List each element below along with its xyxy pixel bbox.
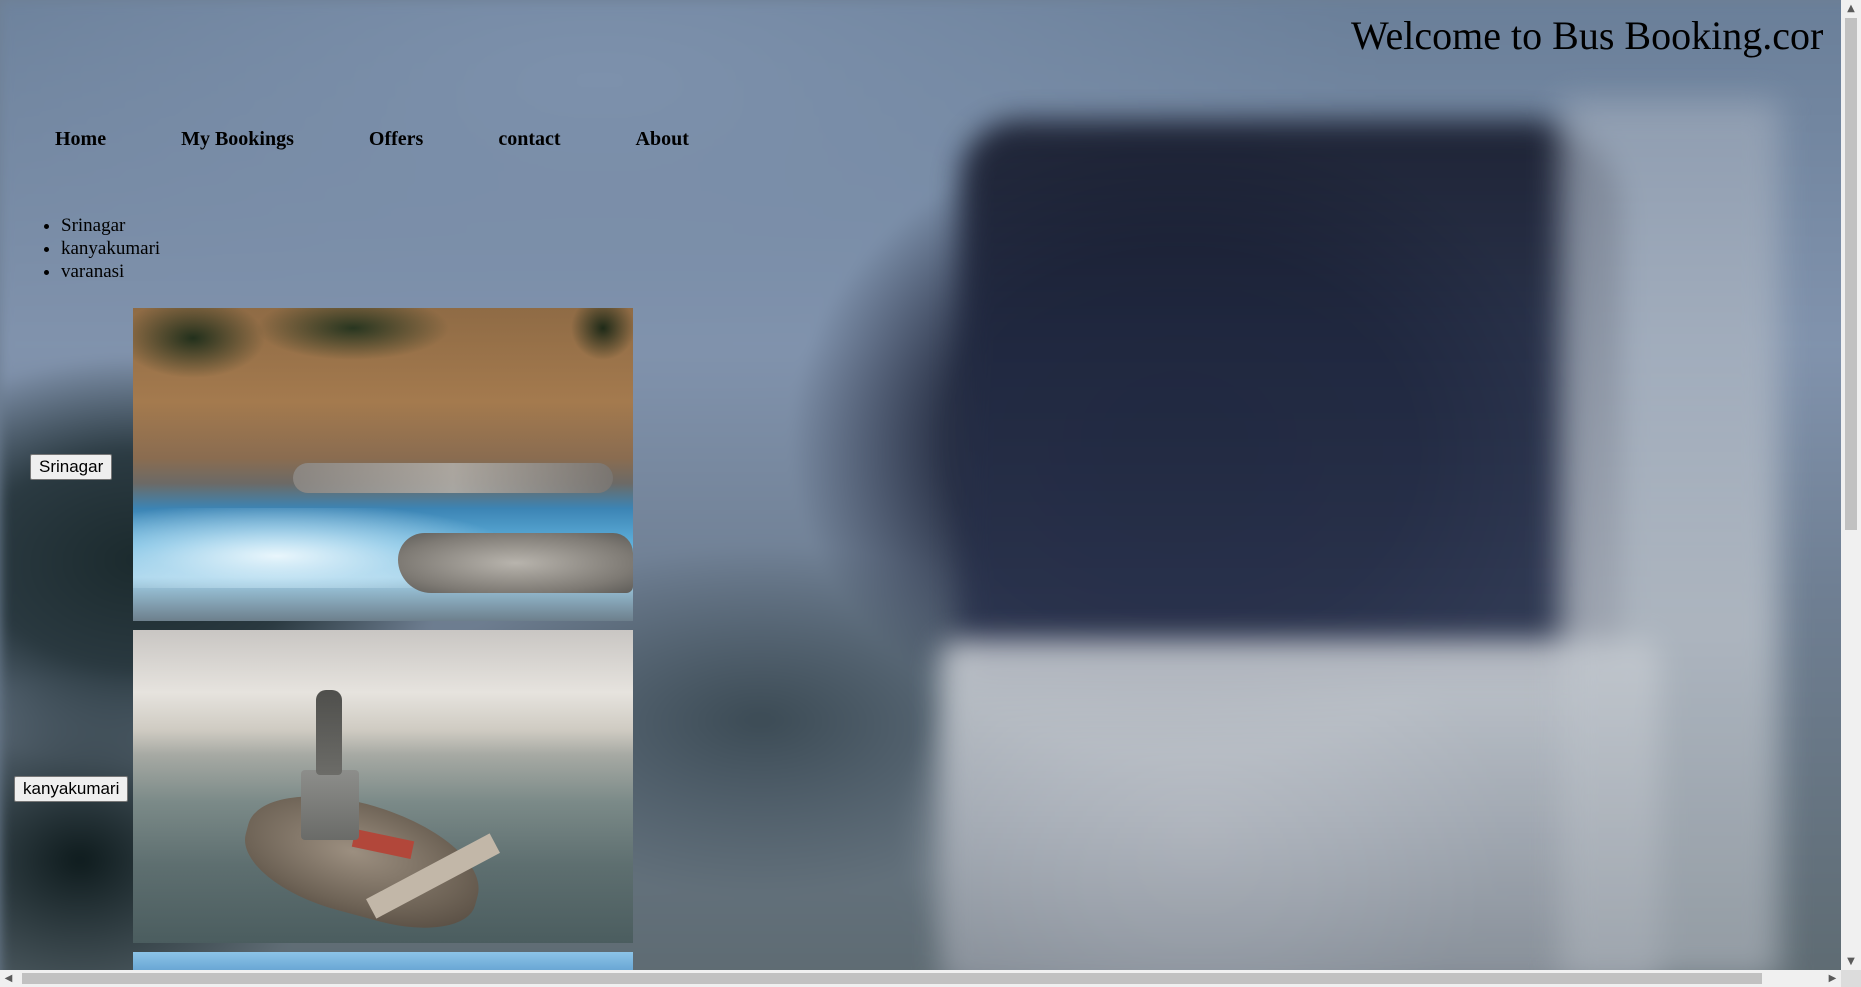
srinagar-photo (133, 308, 633, 621)
list-item: Srinagar (61, 214, 160, 237)
scrollbar-corner (1841, 970, 1861, 987)
list-item: varanasi (61, 260, 160, 283)
bus-background-shape (960, 120, 1620, 680)
vertical-scrollbar[interactable]: ▲ ▼ (1841, 0, 1861, 970)
bus-background-shape (940, 640, 1660, 987)
scroll-right-icon[interactable]: ▶ (1824, 970, 1841, 987)
nav-home[interactable]: Home (55, 128, 106, 151)
rock-shape (398, 533, 633, 593)
kanyakumari-photo (133, 630, 633, 943)
bus-background-shape (1560, 100, 1780, 980)
nav-contact[interactable]: contact (498, 128, 560, 151)
browser-viewport: Welcome to Bus Booking.cor Home My Booki… (0, 0, 1861, 987)
nav-about[interactable]: About (636, 128, 689, 151)
scroll-up-icon[interactable]: ▲ (1841, 0, 1861, 17)
varanasi-photo (133, 952, 633, 970)
horizontal-scroll-thumb[interactable] (22, 973, 1762, 984)
scroll-left-icon[interactable]: ◀ (0, 970, 17, 987)
page-title: Welcome to Bus Booking.cor (1351, 13, 1824, 58)
vertical-scroll-thumb[interactable] (1845, 18, 1857, 530)
kanyakumari-button[interactable]: kanyakumari (14, 776, 129, 802)
list-item: kanyakumari (61, 237, 160, 260)
srinagar-button[interactable]: Srinagar (30, 454, 113, 480)
destination-list: Srinagar kanyakumari varanasi (34, 214, 160, 283)
pedestal-shape (301, 770, 359, 840)
horizontal-scrollbar[interactable]: ◀ ▶ (0, 970, 1841, 987)
rock-shape (293, 463, 613, 493)
nav-offers[interactable]: Offers (369, 128, 423, 151)
nav-my-bookings[interactable]: My Bookings (181, 128, 294, 151)
main-nav: Home My Bookings Offers contact About (55, 128, 764, 151)
scroll-down-icon[interactable]: ▼ (1841, 953, 1861, 970)
statue-shape (316, 690, 342, 775)
